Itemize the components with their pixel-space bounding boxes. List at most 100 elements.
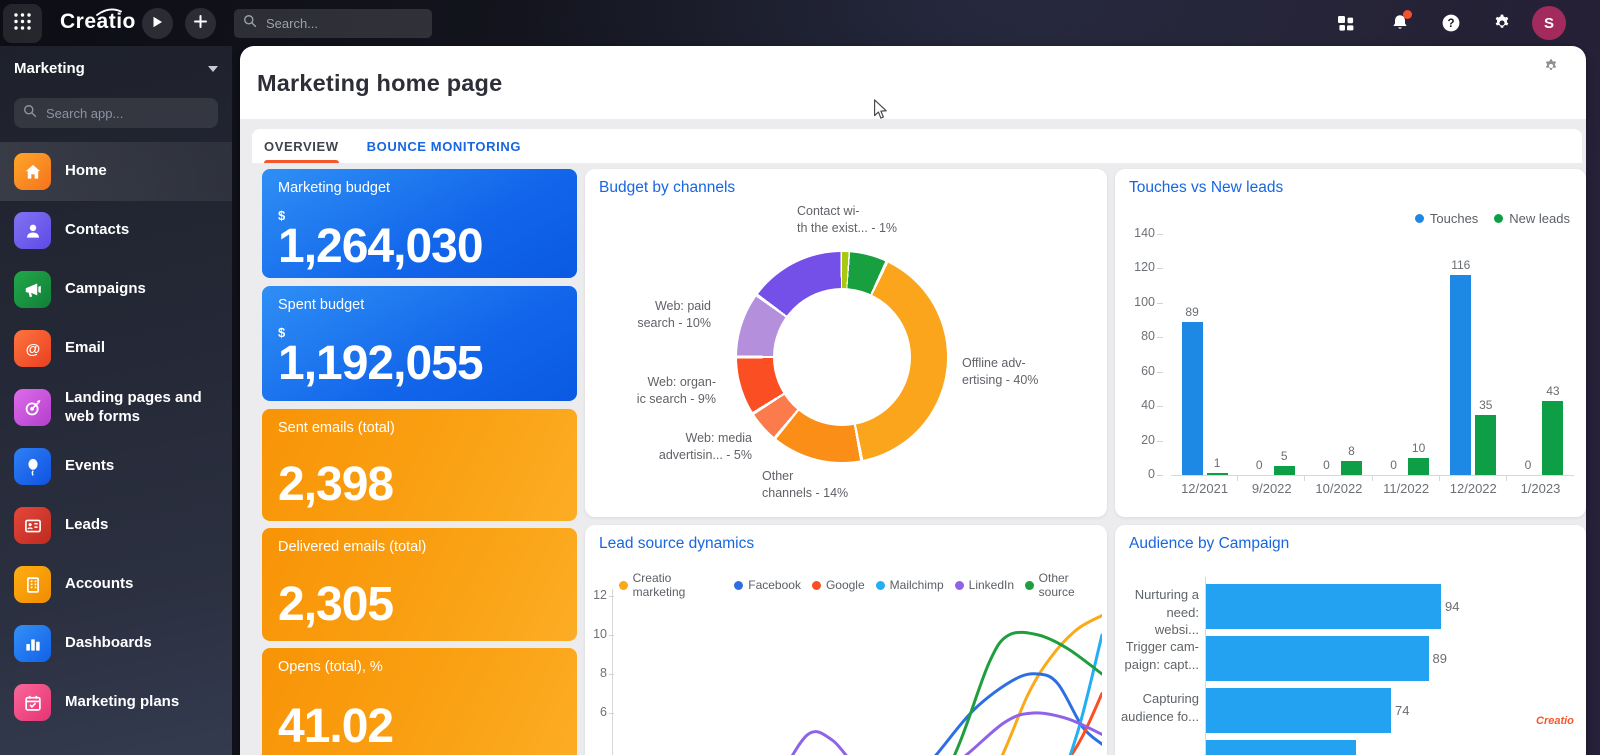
page-settings-gear-icon[interactable] <box>1543 58 1559 74</box>
bar-group-11-2022: 0 10 11/2022 <box>1373 234 1440 496</box>
touches-bar-plot: 89 1 12/2021 0 5 9/2022 0 8 10/2022 0 10 11/2022 116… <box>1171 234 1574 496</box>
bar-group-12-2022: 116 35 12/2022 <box>1440 234 1507 496</box>
bar-value-label: 0 <box>1524 458 1532 472</box>
legend-dot <box>1494 214 1504 223</box>
touches-vs-new-leads-card: Touches vs New leads Touches New leads 14… <box>1115 169 1586 517</box>
leads-icon <box>14 507 51 544</box>
sidebar-item-contacts[interactable]: Contacts <box>0 201 232 260</box>
kpi-value: 2,398 <box>278 457 394 511</box>
sidebar-item-label: Contacts <box>65 221 130 239</box>
donut-slice-label: Web: organ-ic search - 9% <box>636 375 716 406</box>
y-tick-label: 12 <box>593 588 607 602</box>
sidebar-nav: Home Contacts Campaigns @ Email Landing pages… <box>0 142 232 732</box>
sidebar-item-label: Leads <box>65 516 109 534</box>
app-search[interactable] <box>14 98 218 128</box>
y-tick-label: 100 <box>1134 294 1155 309</box>
sidebar-item-events[interactable]: Events <box>0 437 232 496</box>
bar-value-label: 35 <box>1479 397 1493 412</box>
user-avatar[interactable]: S <box>1532 6 1566 40</box>
sidebar-item-landing-pages-and-web-forms[interactable]: Landing pages and web forms <box>0 378 232 437</box>
sidebar-item-campaigns[interactable]: Campaigns <box>0 260 232 319</box>
bar-value-label: 89 <box>1185 304 1199 319</box>
lead-source-dynamics-card: Lead source dynamics Creatio marketing Fa… <box>585 525 1107 755</box>
x-tick-label: 12/2022 <box>1449 481 1497 496</box>
y-tick-label: 20 <box>1141 432 1155 447</box>
play-icon <box>152 15 163 33</box>
tab-bounce-monitoring[interactable]: BOUNCE MONITORING <box>367 129 521 163</box>
sidebar-item-dashboards[interactable]: Dashboards <box>0 614 232 673</box>
campaigns-icon <box>14 271 51 308</box>
bar-new-leads: 10 <box>1408 441 1430 475</box>
topbar: Creatio ? S <box>0 0 1600 46</box>
category-label: Trigger cam-paign: capt... <box>1124 639 1199 672</box>
events-icon <box>14 448 51 485</box>
bar-new-leads: 1 <box>1206 456 1228 475</box>
bar-value-label: 94 <box>1445 599 1460 614</box>
y-tick-label: 120 <box>1134 260 1155 275</box>
sidebar-item-home[interactable]: Home <box>0 142 232 201</box>
workspace-apps-icon[interactable] <box>1336 13 1356 33</box>
bar-value-label: 89 <box>1432 651 1447 666</box>
tabstrip: OVERVIEW BOUNCE MONITORING <box>252 129 1582 163</box>
x-tick-label: 12/2021 <box>1181 481 1229 496</box>
sidebar-item-email[interactable]: @ Email <box>0 319 232 378</box>
bar-group-12-2021: 89 1 12/2021 <box>1171 234 1239 496</box>
sidebar-item-leads[interactable]: Leads <box>0 496 232 555</box>
card-title: Lead source dynamics <box>599 535 755 552</box>
marketing-plans-icon <box>14 684 51 721</box>
bar-value-label: 1 <box>1213 456 1221 471</box>
notification-dot <box>1403 10 1412 19</box>
bar-value-label: 10 <box>1411 440 1426 455</box>
bar-new-leads: 8 <box>1340 444 1362 475</box>
donut-slice-label: Web: media advertisin... - 5% <box>658 431 752 462</box>
svg-text:@: @ <box>25 340 40 357</box>
card-title: Budget by channels <box>599 179 736 196</box>
workspace-selector[interactable]: Marketing <box>14 60 218 77</box>
app-search-input[interactable] <box>44 104 198 122</box>
kpi-value: 41.02 <box>278 699 394 753</box>
lead-source-line-plot <box>790 614 1102 755</box>
global-search[interactable] <box>234 9 432 38</box>
home-icon <box>14 153 51 190</box>
kpi-tile-spent-budget: Spent budget $1,192,055 <box>262 286 577 401</box>
app-launcher-button[interactable] <box>3 4 42 43</box>
kpi-value: 1,192,055 <box>278 337 484 390</box>
legend-item-touches: Touches <box>1414 211 1478 226</box>
kpi-label: Delivered emails (total) <box>278 539 427 555</box>
sidebar-item-label: Home <box>65 162 107 180</box>
dashboards-icon <box>14 625 51 662</box>
tab-overview[interactable]: OVERVIEW <box>264 129 339 163</box>
help-icon[interactable]: ? <box>1441 13 1461 33</box>
sidebar-item-accounts[interactable]: Accounts <box>0 555 232 614</box>
global-search-input[interactable] <box>264 15 418 32</box>
x-tick-label: 1/2023 <box>1520 481 1561 496</box>
bar-new-leads: 5 <box>1273 449 1295 475</box>
bar-group-10-2022: 0 8 10/2022 <box>1305 234 1373 496</box>
bar-value-label: 0 <box>1323 458 1330 472</box>
settings-gear-icon[interactable] <box>1492 13 1512 33</box>
bar-value-label: 0 <box>1390 458 1397 472</box>
creatio-watermark: Creatio <box>1536 715 1574 727</box>
card-title: Touches vs New leads <box>1129 179 1284 196</box>
category-label: Nurturing a need: websi... <box>1134 587 1199 638</box>
notifications-bell-icon[interactable] <box>1390 10 1412 33</box>
kpi-label: Spent budget <box>278 297 365 313</box>
bar-value-label: 74 <box>1395 703 1410 718</box>
search-icon <box>23 104 37 123</box>
play-button[interactable] <box>142 8 173 39</box>
bar-group-1-2023: 0 43 1/2023 <box>1507 234 1574 496</box>
sidebar-item-label: Campaigns <box>65 280 146 298</box>
x-tick-label: 11/2022 <box>1383 481 1430 496</box>
sidebar-item-label: Marketing plans <box>65 693 180 711</box>
add-button[interactable] <box>185 8 216 39</box>
bar-value-label: 116 <box>1451 258 1471 273</box>
accounts-icon <box>14 566 51 603</box>
workspace-name: Marketing <box>14 60 85 77</box>
audience-bar <box>1206 584 1441 629</box>
svg-text:?: ? <box>1447 18 1454 30</box>
bar-value-label: 8 <box>1348 444 1355 459</box>
search-icon <box>243 14 257 33</box>
sidebar-item-marketing-plans[interactable]: Marketing plans <box>0 673 232 732</box>
page-title: Marketing home page <box>257 70 503 96</box>
y-tick-label: 40 <box>1141 398 1155 413</box>
